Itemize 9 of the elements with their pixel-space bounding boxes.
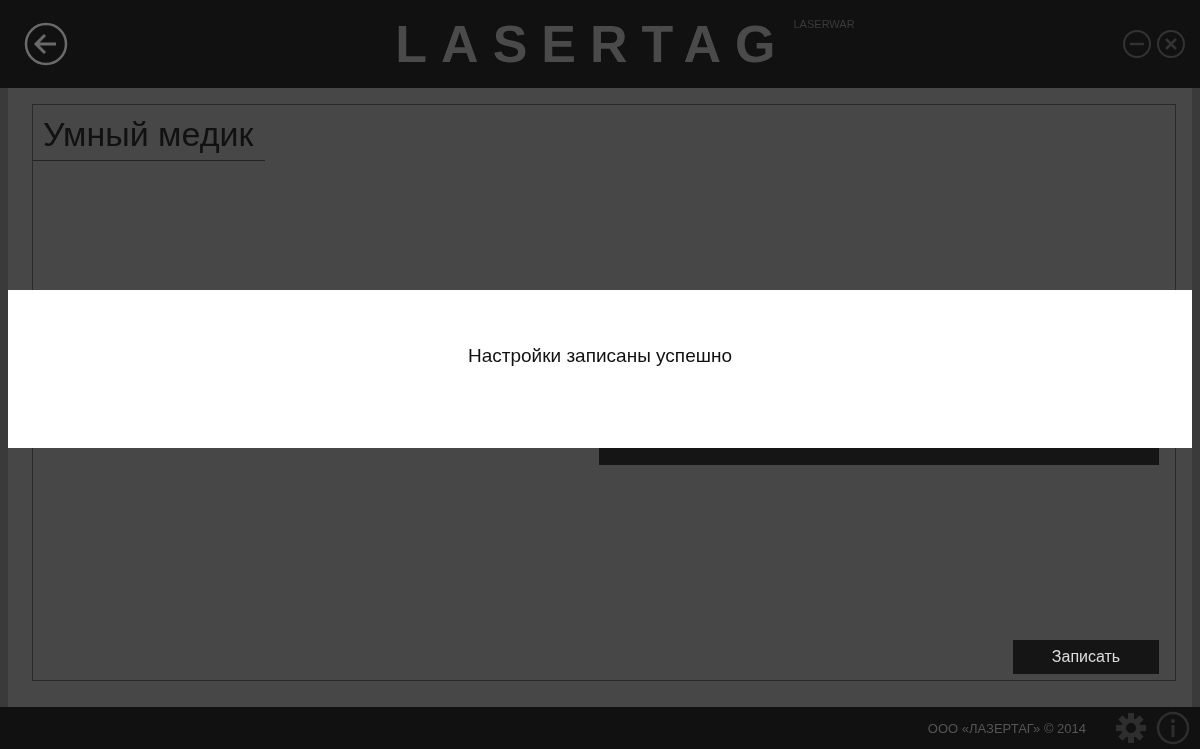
settings-icon[interactable] [1114, 711, 1148, 745]
logo-text: LASERTAG [395, 18, 790, 70]
back-icon[interactable] [24, 22, 68, 66]
close-icon[interactable] [1156, 29, 1186, 59]
copyright-text: ООО «ЛАЗЕРТАГ» © 2014 [927, 720, 1086, 736]
minimize-icon[interactable] [1122, 29, 1152, 59]
dialog-message: Настройки записаны успешно [467, 345, 733, 367]
save-button[interactable]: Записать [1013, 640, 1159, 674]
info-icon[interactable] [1156, 711, 1190, 745]
